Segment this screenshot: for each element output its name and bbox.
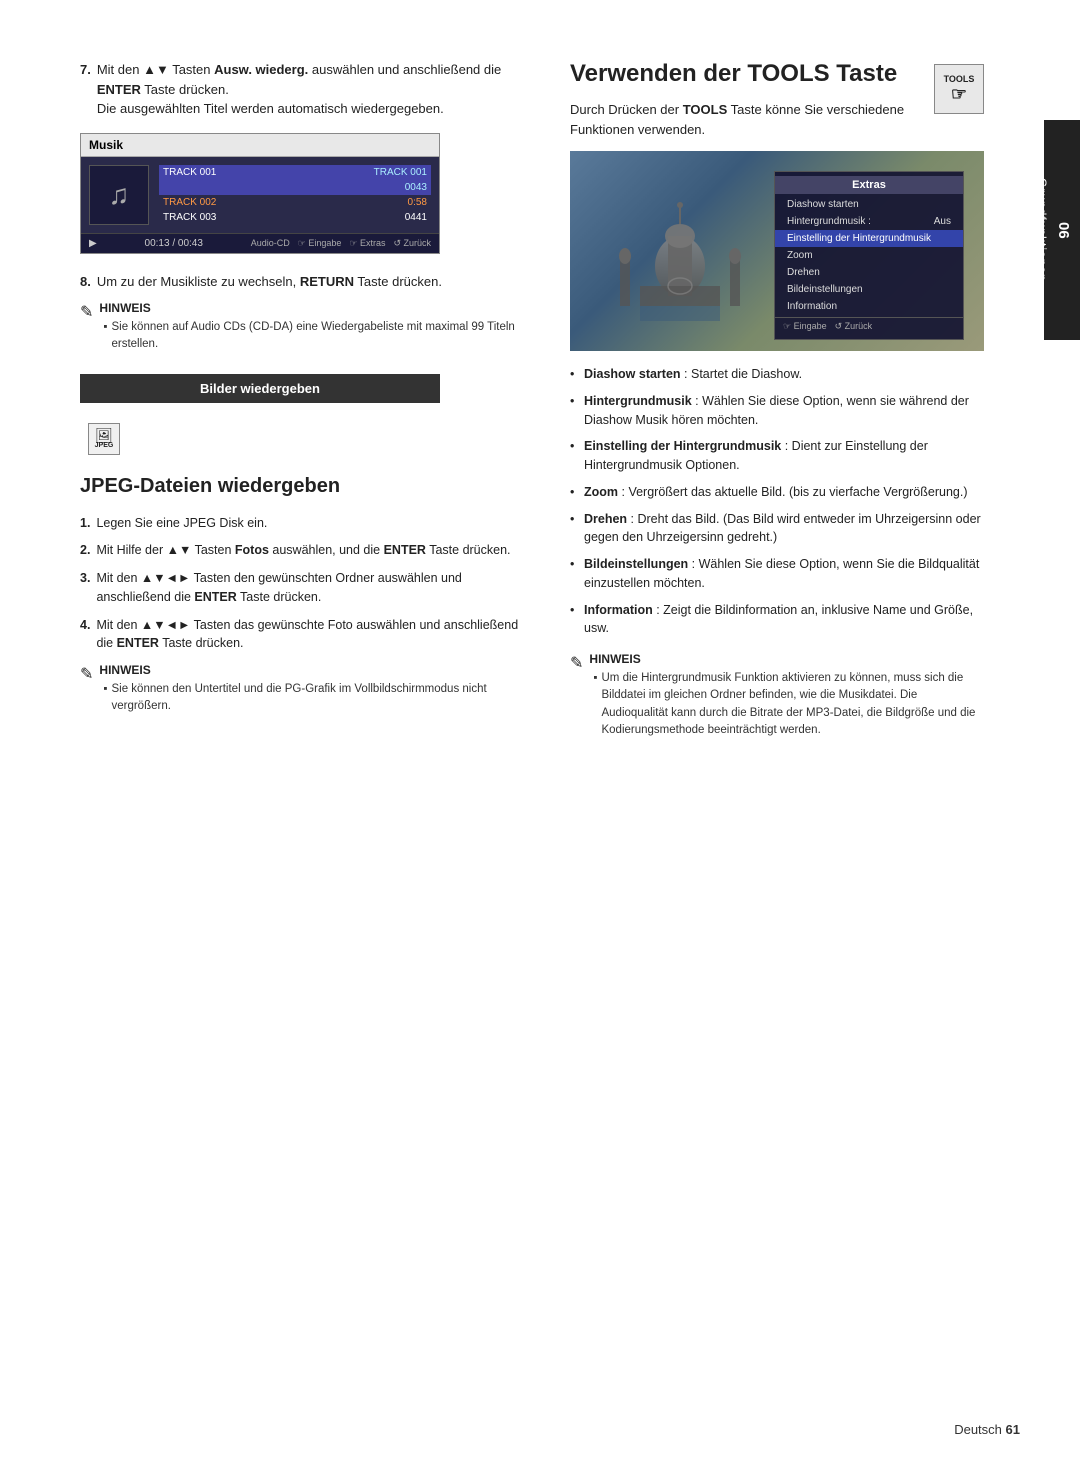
hinweis-content-right: HINWEIS Um die Hintergrundmusik Funktion…	[589, 652, 984, 739]
feature-zoom: Zoom : Vergrößert das aktuelle Bild. (bi…	[570, 483, 984, 502]
side-tab: 06 Grundfunktionen	[1044, 120, 1080, 340]
feature-list: Diashow starten : Startet die Diashow. H…	[570, 365, 984, 638]
step-8: 8. Um zu der Musikliste zu wechseln, RET…	[80, 272, 530, 292]
music-note-icon: ♫	[109, 179, 130, 211]
extras-label: ☞ Extras	[349, 238, 385, 249]
track-001-col2: TRACK 001	[374, 167, 427, 178]
hinweis-text-2: Sie können den Untertitel und die PG-Gra…	[99, 681, 530, 716]
step-2-num: 2.	[80, 541, 90, 560]
hinweis-content-2: HINWEIS Sie können den Untertitel und di…	[99, 663, 530, 716]
jpeg-section-title: JPEG-Dateien wiedergeben	[80, 475, 530, 498]
hinweis-section-1: ✎ HINWEIS Sie können auf Audio CDs (CD-D…	[80, 301, 530, 354]
feature-hintergrundmusik: Hintergrundmusik : Wählen Sie diese Opti…	[570, 392, 984, 430]
feature-bildeinstellungen: Bildeinstellungen : Wählen Sie diese Opt…	[570, 555, 984, 593]
jpeg-icon-image: 🖼	[95, 428, 113, 442]
jpeg-step-3: 3. Mit den ▲▼◄► Tasten den gewünschten O…	[80, 569, 530, 607]
feature-einstelling: Einstelling der Hintergrundmusik : Dient…	[570, 437, 984, 475]
tools-section-title: Verwenden der TOOLS Taste	[570, 60, 914, 88]
hinweis-text-right: Um die Hintergrundmusik Funktion aktivie…	[589, 670, 984, 739]
jpeg-step-1: 1. Legen Sie eine JPEG Disk ein.	[80, 514, 530, 533]
step-1-num: 1.	[80, 514, 90, 533]
hinweis-text-1: Sie können auf Audio CDs (CD-DA) eine Wi…	[99, 319, 530, 354]
jpeg-step-2: 2. Mit Hilfe der ▲▼ Tasten Fotos auswähl…	[80, 541, 530, 560]
step-7-number: 7.	[80, 60, 91, 119]
hinweis-bullet-2: Sie können den Untertitel und die PG-Gra…	[103, 681, 530, 716]
audio-cd-label: Audio-CD	[251, 238, 290, 249]
footer-page-number: 61	[1006, 1422, 1020, 1437]
extras-menu: Extras Diashow starten Hintergrundmusik …	[774, 171, 964, 340]
track-002-row: TRACK 0020:58	[159, 195, 431, 210]
extras-item-hintergrund: Hintergrundmusik :Aus	[775, 213, 963, 230]
jpeg-step-4: 4. Mit den ▲▼◄► Tasten das gewünschte Fo…	[80, 616, 530, 654]
step-8-number: 8.	[80, 272, 91, 292]
footer-zuruck: ↺ Zurück	[835, 321, 873, 332]
step-2-text: Mit Hilfe der ▲▼ Tasten Fotos auswählen,…	[96, 541, 510, 560]
feature-drehen: Drehen : Dreht das Bild. (Das Bild wird …	[570, 510, 984, 548]
extras-item-einstellung: Einstelling der Hintergrundmusik	[775, 230, 963, 247]
playback-time: 00:13 / 00:43	[145, 238, 203, 249]
zuruck-label: ↺ Zurück	[393, 238, 431, 249]
page-footer: Deutsch 61	[954, 1422, 1020, 1437]
extras-item-diashow: Diashow starten	[775, 196, 963, 213]
step-3-text: Mit den ▲▼◄► Tasten den gewünschten Ordn…	[96, 569, 530, 607]
track-row-selected: TRACK 001 TRACK 001	[159, 165, 431, 180]
play-icon: ▶	[89, 238, 97, 249]
track-time-row: 0043	[159, 180, 431, 195]
hinweis-title-2: HINWEIS	[99, 663, 530, 677]
track-003-row: TRACK 0030441	[159, 210, 431, 225]
music-screen-body: ♫ TRACK 001 TRACK 001 0043 TRACK 0020:58	[81, 157, 439, 233]
hinweis-bullet-1: Sie können auf Audio CDs (CD-DA) eine Wi…	[103, 319, 530, 354]
feature-diashow: Diashow starten : Startet die Diashow.	[570, 365, 984, 384]
step-8-text: Um zu der Musikliste zu wechseln, RETURN…	[97, 272, 442, 292]
jpeg-icon: 🖼 JPEG	[88, 423, 120, 455]
hinweis-icon-1: ✎	[80, 302, 93, 322]
taj-mahal-svg	[580, 186, 780, 326]
step-4-num: 4.	[80, 616, 90, 654]
hinweis-section-right: ✎ HINWEIS Um die Hintergrundmusik Funkti…	[570, 652, 984, 739]
track-001-label: TRACK 001	[163, 167, 216, 178]
tools-icon: TOOLS ☞	[934, 64, 984, 114]
extras-item-information: Information	[775, 298, 963, 315]
music-icon: ♫	[89, 165, 149, 225]
extras-screen: Extras Diashow starten Hintergrundmusik …	[570, 151, 984, 351]
step-7-text: Mit den ▲▼ Tasten Ausw. wiederg. auswähl…	[97, 60, 530, 119]
music-tracks: TRACK 001 TRACK 001 0043 TRACK 0020:58 T…	[159, 165, 431, 225]
step-4-text: Mit den ▲▼◄► Tasten das gewünschte Foto …	[96, 616, 530, 654]
step-7: 7. Mit den ▲▼ Tasten Ausw. wiederg. ausw…	[80, 60, 530, 119]
hinweis-section-2: ✎ HINWEIS Sie können den Untertitel und …	[80, 663, 530, 716]
side-tab-number: 06	[1055, 222, 1072, 239]
tools-description: Durch Drücken der TOOLS Taste könne Sie …	[570, 100, 914, 139]
eingabe-label: ☞ Eingabe	[298, 238, 342, 249]
hinweis-title-right: HINWEIS	[589, 652, 984, 666]
hinweis-icon-right: ✎	[570, 653, 583, 673]
tools-hand-icon: ☞	[951, 84, 967, 105]
music-footer: ▶ 00:13 / 00:43 Audio-CD ☞ Eingabe ☞ Ext…	[81, 233, 439, 253]
footer-eingabe: ☞ Eingabe	[783, 321, 827, 332]
footer-language: Deutsch	[954, 1422, 1002, 1437]
step-1-text: Legen Sie eine JPEG Disk ein.	[96, 514, 267, 533]
section-banner: Bilder wiedergeben	[80, 374, 440, 403]
extras-item-zoom: Zoom	[775, 247, 963, 264]
jpeg-icon-label: JPEG	[95, 442, 114, 449]
tools-icon-label: TOOLS	[944, 74, 975, 84]
hinweis-title-1: HINWEIS	[99, 301, 530, 315]
extras-item-drehen: Drehen	[775, 264, 963, 281]
side-tab-text: Grundfunktionen	[1035, 178, 1049, 282]
hinweis-bullet-right: Um die Hintergrundmusik Funktion aktivie…	[593, 670, 984, 739]
right-column: Verwenden der TOOLS Taste Durch Drücken …	[570, 60, 984, 1417]
hinweis-content-1: HINWEIS Sie können auf Audio CDs (CD-DA)…	[99, 301, 530, 354]
left-column: 7. Mit den ▲▼ Tasten Ausw. wiederg. ausw…	[80, 60, 530, 1417]
feature-information: Information : Zeigt die Bildinformation …	[570, 601, 984, 639]
step-3-num: 3.	[80, 569, 90, 607]
extras-item-bildeinstellungen: Bildeinstellungen	[775, 281, 963, 298]
jpeg-steps: 1. Legen Sie eine JPEG Disk ein. 2. Mit …	[80, 514, 530, 654]
extras-menu-title: Extras	[775, 176, 963, 194]
extras-menu-footer: ☞ Eingabe ↺ Zurück	[775, 317, 963, 335]
music-nav: Audio-CD ☞ Eingabe ☞ Extras ↺ Zurück	[251, 238, 431, 249]
music-screen-title: Musik	[81, 134, 439, 157]
hinweis-icon-2: ✎	[80, 664, 93, 684]
music-screen: Musik ♫ TRACK 001 TRACK 001 0043	[80, 133, 440, 254]
